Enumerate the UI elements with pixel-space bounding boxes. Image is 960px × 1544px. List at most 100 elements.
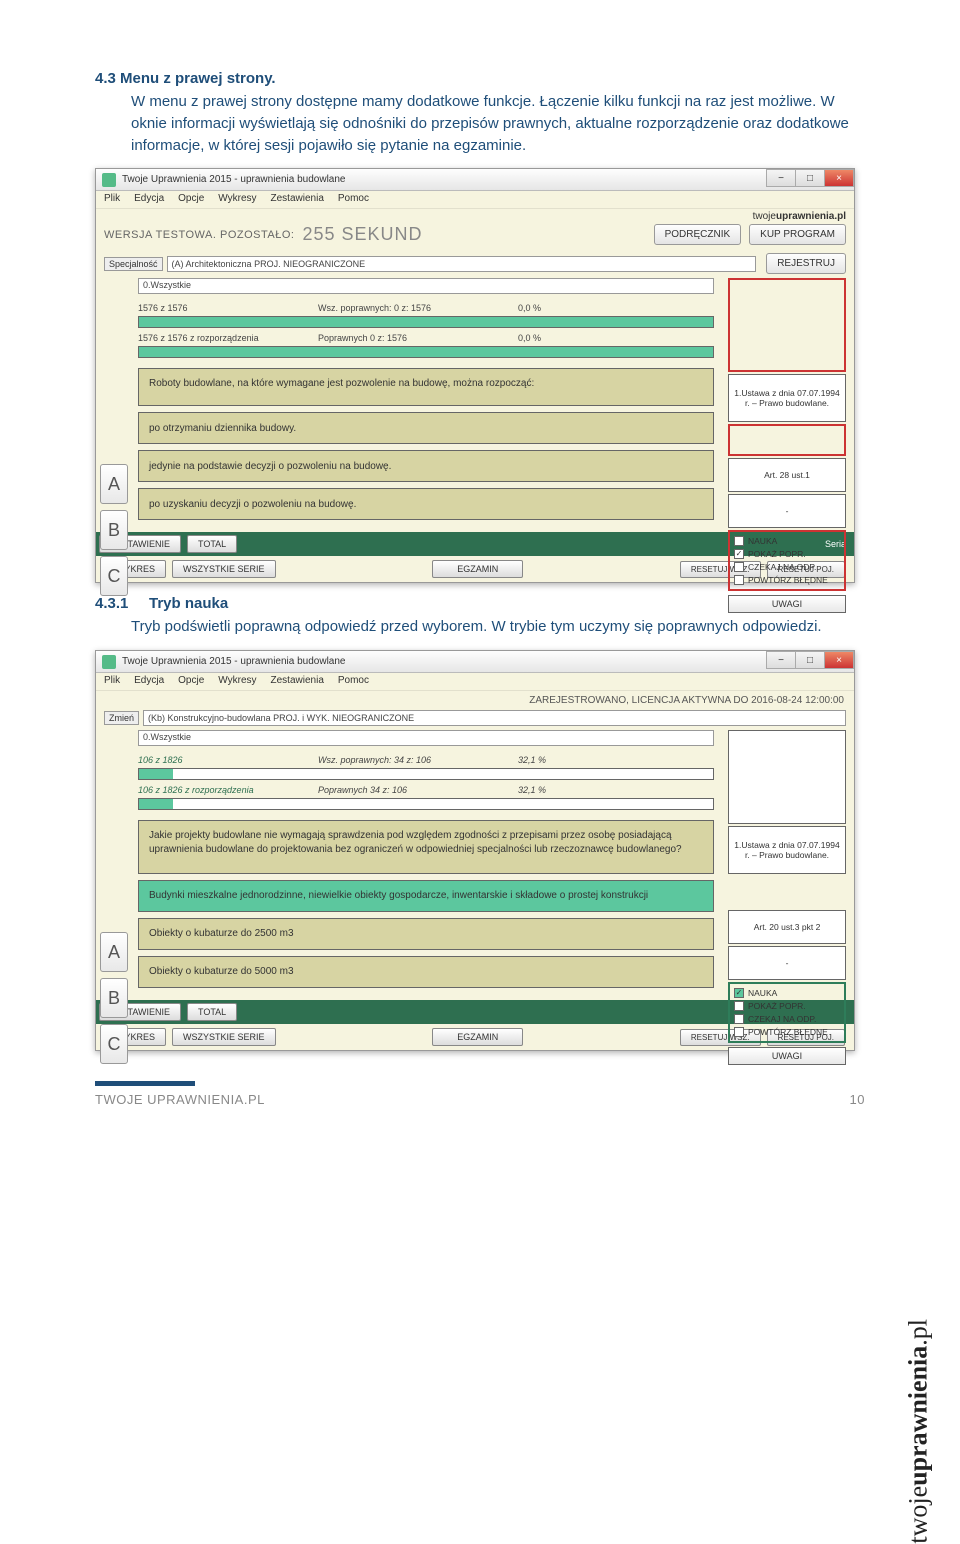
stat2-a: 1576 z 1576 z rozporządzenia <box>138 333 318 343</box>
minimize-button[interactable]: − <box>766 651 796 669</box>
close-button[interactable]: × <box>824 169 854 187</box>
answer-a[interactable]: po otrzymaniu dziennika budowy. <box>138 412 714 444</box>
opt-nauka-label: NAUKA <box>748 536 777 546</box>
total-button[interactable]: TOTAL <box>187 535 237 553</box>
sidebrand-c: .pl <box>904 1319 933 1346</box>
menu-edycja[interactable]: Edycja <box>134 675 164 688</box>
info-article: Art. 28 ust.1 <box>728 458 846 492</box>
close-button[interactable]: × <box>824 651 854 669</box>
menu-pomoc[interactable]: Pomoc <box>338 193 369 206</box>
menu-plik[interactable]: Plik <box>104 193 120 206</box>
kup-program-button[interactable]: KUP PROGRAM <box>749 224 846 245</box>
opt-czekaj-2[interactable]: CZEKAJ NA ODP. <box>734 1014 840 1024</box>
progress-bar-2 <box>138 346 714 358</box>
menu-wykresy[interactable]: Wykresy <box>218 675 256 688</box>
red-highlight-top <box>728 278 846 372</box>
maximize-button[interactable]: □ <box>795 651 825 669</box>
opt-powtorz[interactable]: POWTÓRZ BŁĘDNE <box>734 575 840 585</box>
egzamin-button[interactable]: EGZAMIN <box>432 560 523 578</box>
opt-powtorz-2[interactable]: POWTÓRZ BŁĘDNE <box>734 1027 840 1037</box>
footer-page: 10 <box>850 1092 865 1107</box>
opt-pokaz-2[interactable]: POKAŻ POPR. <box>734 1001 840 1011</box>
answer-b[interactable]: jedynie na podstawie decyzji o pozwoleni… <box>138 450 714 482</box>
info-extra-2: - <box>728 946 846 980</box>
subcategory-select[interactable]: 0.Wszystkie <box>138 278 714 294</box>
maximize-button[interactable]: □ <box>795 169 825 187</box>
brand-a: twoje <box>753 211 776 222</box>
letter-b-2[interactable]: B <box>100 978 128 1018</box>
menu-zestawienia[interactable]: Zestawienia <box>271 193 324 206</box>
answer-a-2[interactable]: Budynki mieszkalne jednorodzinne, niewie… <box>138 880 714 912</box>
zmien-button[interactable]: Zmień <box>104 711 139 725</box>
subcategory-select-2[interactable]: 0.Wszystkie <box>138 730 714 746</box>
titlebar-2: Twoje Uprawnienia 2015 - uprawnienia bud… <box>96 651 854 673</box>
menu-opcje[interactable]: Opcje <box>178 193 204 206</box>
countdown-value: 255 SEKUND <box>302 224 422 245</box>
stat2-b-2: Poprawnych 34 z: 106 <box>318 785 518 795</box>
footer-left: TWOJE UPRAWNIENIA.PL <box>95 1092 265 1107</box>
menu-opcje[interactable]: Opcje <box>178 675 204 688</box>
stat2-a-2: 106 z 1826 z rozporządzenia <box>138 785 318 795</box>
answer-c-2[interactable]: Obiekty o kubaturze do 5000 m3 <box>138 956 714 988</box>
red-highlight-mid <box>728 424 846 456</box>
sidebrand-b: uprawnienia <box>904 1346 933 1486</box>
menu-plik[interactable]: Plik <box>104 675 120 688</box>
menu-wykresy[interactable]: Wykresy <box>218 193 256 206</box>
uwagi-button[interactable]: UWAGI <box>728 595 846 613</box>
paragraph-2: Tryb podświetli poprawną odpowiedź przed… <box>131 616 865 638</box>
progress-bar-2b <box>138 798 714 810</box>
opt-nauka[interactable]: NAUKA <box>734 536 840 546</box>
total-button-2[interactable]: TOTAL <box>187 1003 237 1021</box>
answer-b-2[interactable]: Obiekty o kubaturze do 2500 m3 <box>138 918 714 950</box>
letter-c[interactable]: C <box>100 556 128 596</box>
blank-box <box>728 730 846 824</box>
answer-c[interactable]: po uzyskaniu decyzji o pozwoleniu na bud… <box>138 488 714 520</box>
heading-4-3-1-num: 4.3.1 <box>95 595 149 612</box>
side-options: NAUKA POKAŻ POPR. CZEKAJ NA ODP. POWTÓRZ… <box>728 530 846 591</box>
specjalnosc-select[interactable]: (A) Architektoniczna PROJ. NIEOGRANICZON… <box>167 256 757 272</box>
app-icon <box>102 655 116 669</box>
menu-edycja[interactable]: Edycja <box>134 193 164 206</box>
info-law: 1.Ustawa z dnia 07.07.1994 r. – Prawo bu… <box>728 374 846 422</box>
uwagi-button-2[interactable]: UWAGI <box>728 1047 846 1065</box>
side-options-2: NAUKA POKAŻ POPR. CZEKAJ NA ODP. POWTÓRZ… <box>728 982 846 1043</box>
paragraph-1: W menu z prawej strony dostępne mamy dod… <box>131 91 865 156</box>
letter-a[interactable]: A <box>100 464 128 504</box>
stat1-b: Wsz. poprawnych: 0 z: 1576 <box>318 303 518 313</box>
license-line: ZAREJESTROWANO, LICENCJA AKTYWNA DO 2016… <box>96 691 854 708</box>
minimize-button[interactable]: − <box>766 169 796 187</box>
stat1-c-2: 32,1 % <box>518 755 638 765</box>
app-window-1: Twoje Uprawnienia 2015 - uprawnienia bud… <box>95 168 855 583</box>
letter-c-2[interactable]: C <box>100 1024 128 1064</box>
sidebrand-a: twoje <box>904 1486 933 1544</box>
podrecznik-button[interactable]: PODRĘCZNIK <box>654 224 742 245</box>
stat1-a: 1576 z 1576 <box>138 303 318 313</box>
opt-nauka-2[interactable]: NAUKA <box>734 988 840 998</box>
opt-czekaj[interactable]: CZEKAJ NA ODP. <box>734 562 840 572</box>
opt-pokaz[interactable]: POKAŻ POPR. <box>734 549 840 559</box>
menubar-2: Plik Edycja Opcje Wykresy Zestawienia Po… <box>96 673 854 691</box>
specjalnosc-select-2[interactable]: (Kb) Konstrukcyjno-budowlana PROJ. i WYK… <box>143 710 846 726</box>
footer-rule <box>95 1081 195 1086</box>
header-row: WERSJA TESTOWA. POZOSTAŁO: 255 SEKUND PO… <box>96 222 854 251</box>
egzamin-button-2[interactable]: EGZAMIN <box>432 1028 523 1046</box>
brand-b: uprawnienia.pl <box>776 211 846 222</box>
stat2-c-2: 32,1 % <box>518 785 638 795</box>
rejestruj-button[interactable]: REJESTRUJ <box>766 253 846 274</box>
menu-pomoc[interactable]: Pomoc <box>338 675 369 688</box>
specjalnosc-label: Specjalność <box>104 257 163 271</box>
letter-b[interactable]: B <box>100 510 128 550</box>
wszystkie-serie-button[interactable]: WSZYSTKIE SERIE <box>172 560 276 578</box>
stat2-b: Poprawnych 0 z: 1576 <box>318 333 518 343</box>
letter-a-2[interactable]: A <box>100 932 128 972</box>
opt-czekaj-label: CZEKAJ NA ODP. <box>748 562 816 572</box>
question-box-2: Jakie projekty budowlane nie wymagają sp… <box>138 820 714 874</box>
menu-zestawienia[interactable]: Zestawienia <box>271 675 324 688</box>
wszystkie-serie-button-2[interactable]: WSZYSTKIE SERIE <box>172 1028 276 1046</box>
opt-pokaz-label: POKAŻ POPR. <box>748 1001 806 1011</box>
opt-powtorz-label: POWTÓRZ BŁĘDNE <box>748 1027 828 1037</box>
opt-czekaj-label: CZEKAJ NA ODP. <box>748 1014 816 1024</box>
window-title-2: Twoje Uprawnienia 2015 - uprawnienia bud… <box>122 656 345 667</box>
opt-powtorz-label: POWTÓRZ BŁĘDNE <box>748 575 828 585</box>
window-title: Twoje Uprawnienia 2015 - uprawnienia bud… <box>122 174 345 185</box>
